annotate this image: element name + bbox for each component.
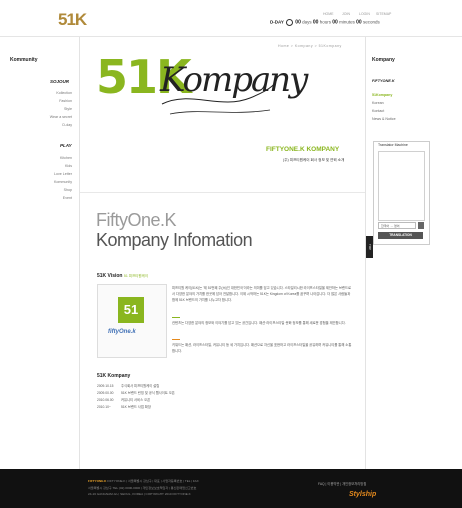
util-link-home[interactable]: HOME — [323, 12, 334, 16]
history-date: 2010.06.00 — [97, 398, 114, 402]
dday-hours-label: hours — [319, 19, 331, 25]
vision-logo-mark: 51 — [118, 297, 144, 323]
footer-links[interactable]: FAQ | 이용약관 | 개인정보처리방침 — [318, 481, 366, 486]
translator-title: Translator Machine — [378, 143, 408, 147]
vision-logo-text: fiftyOne.k — [108, 329, 136, 335]
vision-subtitle: 51 피프티원케이 — [123, 274, 149, 278]
left-subsection-sojour: SOJOUR — [50, 79, 70, 84]
logo-letter: K — [74, 10, 87, 29]
left-subsection-play: PLAY — [60, 143, 72, 148]
left-nav-item-dday[interactable]: D-day — [22, 123, 72, 127]
left-nav-item-wear-a-secret[interactable]: Wear a secret — [22, 115, 72, 119]
left-nav-item-kids[interactable]: Kids — [22, 164, 72, 168]
dday-counter: D-DAY 00 days 00 hours 00 minutes 00 sec… — [270, 19, 380, 26]
right-nav-item-51kompany[interactable]: 51Kompany — [372, 93, 392, 97]
vision-paragraph-2: 컨텐츠는 다양한 분야의 정보와 이야기를 담고 있는 공간입니다. 패션·라이… — [172, 321, 346, 325]
history-text: 51K 브랜드 사업 확장 — [121, 405, 151, 409]
paragraph-accent-orange — [172, 339, 180, 340]
left-nav-item-kitchen[interactable]: Kitchen — [22, 156, 72, 160]
footer-brand: FIFTYONE.K — [88, 479, 107, 483]
scroll-top-button[interactable]: TOP — [366, 236, 373, 258]
dday-days-value: 00 — [295, 19, 301, 26]
left-nav-item-event[interactable]: Event — [22, 196, 72, 200]
dday-minutes-label: minutes — [339, 19, 355, 25]
site-logo[interactable]: 51K — [58, 10, 87, 30]
chevron-down-icon[interactable] — [418, 222, 424, 229]
partner-logo[interactable]: Stylship — [349, 491, 376, 498]
util-link-login[interactable]: LOGIN — [359, 12, 370, 16]
left-nav-item-kommunity[interactable]: Kommunity — [22, 180, 72, 184]
history-title: 51K Kompany — [97, 373, 131, 379]
dday-seconds-label: seconds — [362, 19, 380, 25]
footer — [0, 469, 462, 508]
info-title-line2: Kompany Infomation — [96, 230, 253, 250]
right-nav-item-kontact[interactable]: Kontact — [372, 109, 384, 113]
signature-stroke — [161, 75, 279, 115]
history-row: 2010.06.00 커뮤니티 서비스 오픈 — [97, 397, 150, 402]
footer-line-2: 서울특별시 강남구 TEL (02) 0000-0000 | 개인정보보호책임자… — [88, 486, 197, 490]
paragraph-accent-green — [172, 317, 180, 318]
dday-label: D-DAY — [270, 19, 284, 25]
left-nav-item-kollection[interactable]: Kollection — [22, 91, 72, 95]
history-row: 2010.10~ 51K 브랜드 사업 확장 — [97, 404, 151, 409]
history-row: 2009.10.15 주식회사 피프티원케이 설립 — [97, 383, 159, 388]
dday-minutes-value: 00 — [332, 19, 338, 26]
dday-seconds-value: 00 — [356, 19, 362, 26]
right-subsection-title: FIFTYONE.K — [372, 79, 395, 83]
history-row: 2009.00.00 51K 브랜드 런칭 및 공식 웹사이트 오픈 — [97, 390, 175, 395]
dday-hours-value: 00 — [312, 19, 319, 26]
history-text: 주식회사 피프티원케이 설립 — [121, 384, 160, 388]
vision-title-text: 51K Vision — [97, 273, 123, 279]
right-section-title: Kompany — [372, 57, 395, 63]
footer-line-1: FIFTYONE.K FIFTYONE.K | 서울특별시 강남구 | 대표 |… — [88, 478, 199, 483]
vision-paragraph-3: 키워드는 패션, 라이프스타일, 커뮤니티 등 세 가지입니다. 패션으로 자신… — [172, 343, 352, 353]
company-subtitle: (주) 피프티원케이 회사 정보 및 연혁 소개 — [283, 158, 345, 162]
left-nav-item-love-letter[interactable]: Love Letter — [22, 172, 72, 176]
breadcrumb: Home > Kompany > 51Kompany — [278, 44, 342, 48]
logo-number: 51 — [58, 10, 76, 29]
vision-paragraph-1: 피프티원 케이(51K)는 '제 51번째 주(州)인 대한민국'이라는 의미를… — [172, 286, 352, 302]
history-text: 51K 브랜드 런칭 및 공식 웹사이트 오픈 — [121, 391, 175, 395]
history-date: 2009.00.00 — [97, 391, 114, 395]
left-nav-item-shop[interactable]: Shop — [22, 188, 72, 192]
util-link-join[interactable]: JOIN — [342, 12, 350, 16]
translate-button[interactable]: TRANSLATION — [378, 232, 423, 239]
vision-title: 51K Vision 51 피프티원케이 — [97, 273, 148, 279]
dday-days-label: days — [302, 19, 312, 25]
clock-icon — [286, 19, 294, 26]
util-link-sitemap[interactable]: SITEMAP — [376, 12, 391, 16]
vision-logo-box: 51 fiftyOne.k — [97, 284, 167, 358]
translator-textarea[interactable] — [378, 151, 425, 221]
footer-line-3: 24-16 GANGNAM-GU, SEOUL, KOREA | COPYRIG… — [88, 492, 191, 496]
footer-line-1-text: FIFTYONE.K | 서울특별시 강남구 | 대표 | 사업자등록번호 | … — [107, 479, 199, 483]
right-nav-item-korean[interactable]: Korean — [372, 101, 384, 105]
history-date: 2010.10~ — [97, 405, 111, 409]
company-name: FIFTYONE.K KOMPANY — [266, 146, 340, 153]
history-date: 2009.10.15 — [97, 384, 114, 388]
history-text: 커뮤니티 서비스 오픈 — [121, 398, 151, 402]
section-divider — [80, 192, 365, 193]
translator-language-select[interactable]: 한국어 → 영어 — [378, 222, 416, 229]
left-nav-item-fashion[interactable]: Fashion — [22, 99, 72, 103]
info-title-line1: FiftyOne.K — [96, 210, 177, 230]
left-nav-item-style[interactable]: Style — [22, 107, 72, 111]
right-nav-item-news[interactable]: News & Notice — [372, 117, 396, 121]
left-section-title: Kommunity — [10, 57, 38, 63]
